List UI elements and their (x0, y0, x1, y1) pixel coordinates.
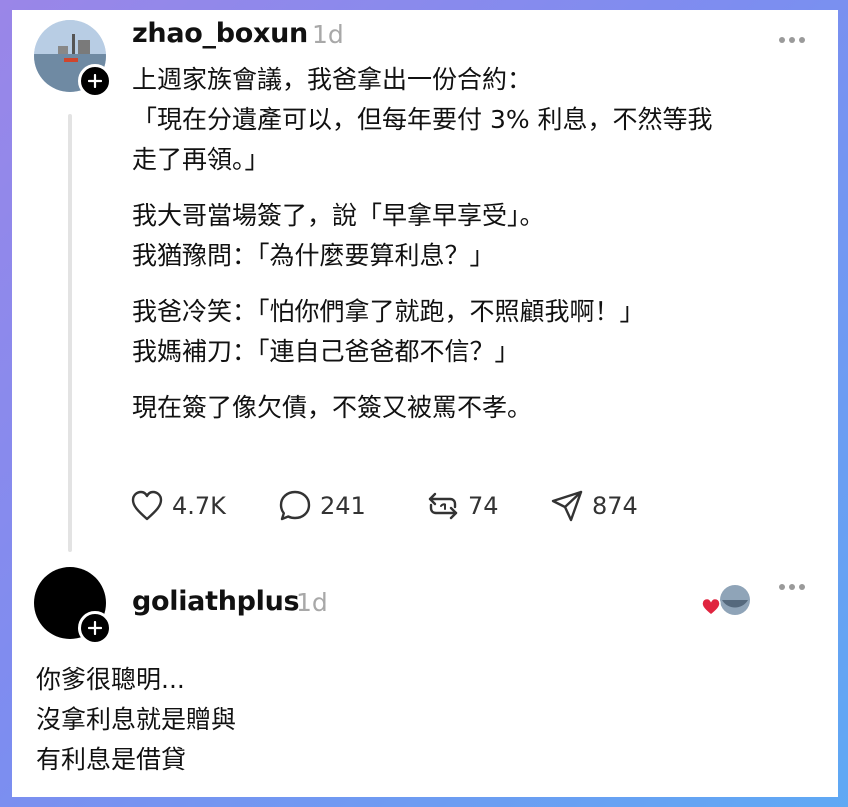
reply-username[interactable]: goliathplus (132, 586, 300, 617)
post-line: 我爸冷笑：「怕你們拿了就跑，不照顧我啊！」 (132, 297, 645, 326)
reply-line: 你爹很聰明... (36, 665, 185, 694)
paper-plane-icon (551, 490, 583, 522)
repost-icon (428, 492, 458, 520)
like-count: 4.7K (172, 492, 226, 520)
reply-line: 沒拿利息就是贈與 (36, 705, 237, 734)
post-line: 上週家族會議，我爸拿出一份合約： (132, 65, 533, 94)
share-button[interactable]: 874 (550, 488, 638, 524)
reply-body: 你爹很聰明... 沒拿利息就是贈與 有利息是借貸 (36, 660, 236, 780)
share-count: 874 (592, 492, 638, 520)
post-time: 1d (312, 20, 344, 49)
thread-line (68, 114, 72, 552)
follow-plus-icon[interactable] (78, 64, 112, 98)
reply-more-icon[interactable] (778, 577, 806, 590)
comment-button[interactable]: 241 (278, 488, 366, 524)
heart-icon (131, 490, 163, 521)
comment-count: 241 (320, 492, 366, 520)
thread-card: zhao_boxun 1d 上週家族會議，我爸拿出一份合約： 「現在分遺產可以，… (12, 10, 838, 797)
post-more-icon[interactable] (778, 30, 806, 43)
post-author-avatar-wrap[interactable] (34, 20, 112, 98)
repost-button[interactable]: 74 (426, 488, 499, 524)
post-line: 走了再領。」 (132, 145, 270, 174)
reply-author-avatar-wrap[interactable] (34, 567, 112, 645)
post-line: 我媽補刀：「連自己爸爸都不信？」 (132, 337, 520, 366)
like-button[interactable]: 4.7K (130, 488, 226, 524)
reply-line: 有利息是借貸 (36, 745, 187, 774)
post-username[interactable]: zhao_boxun (132, 18, 308, 49)
reply-time: 1d (296, 588, 328, 617)
post-line: 「現在分遺產可以，但每年要付 3% 利息，不然等我 (132, 105, 713, 134)
speech-bubble-icon (279, 490, 311, 521)
post-line: 我猶豫問：「為什麼要算利息？」 (132, 241, 495, 270)
liked-by-author-indicator (701, 584, 752, 620)
follow-plus-icon[interactable] (78, 611, 112, 645)
repost-count: 74 (468, 492, 499, 520)
post-line: 我大哥當場簽了，說「早拿早享受」。 (132, 201, 545, 230)
post-body: 上週家族會議，我爸拿出一份合約： 「現在分遺產可以，但每年要付 3% 利息，不然… (132, 62, 822, 426)
post-line: 現在簽了像欠債，不簽又被罵不孝。 (132, 393, 533, 422)
red-heart-icon (701, 597, 721, 616)
